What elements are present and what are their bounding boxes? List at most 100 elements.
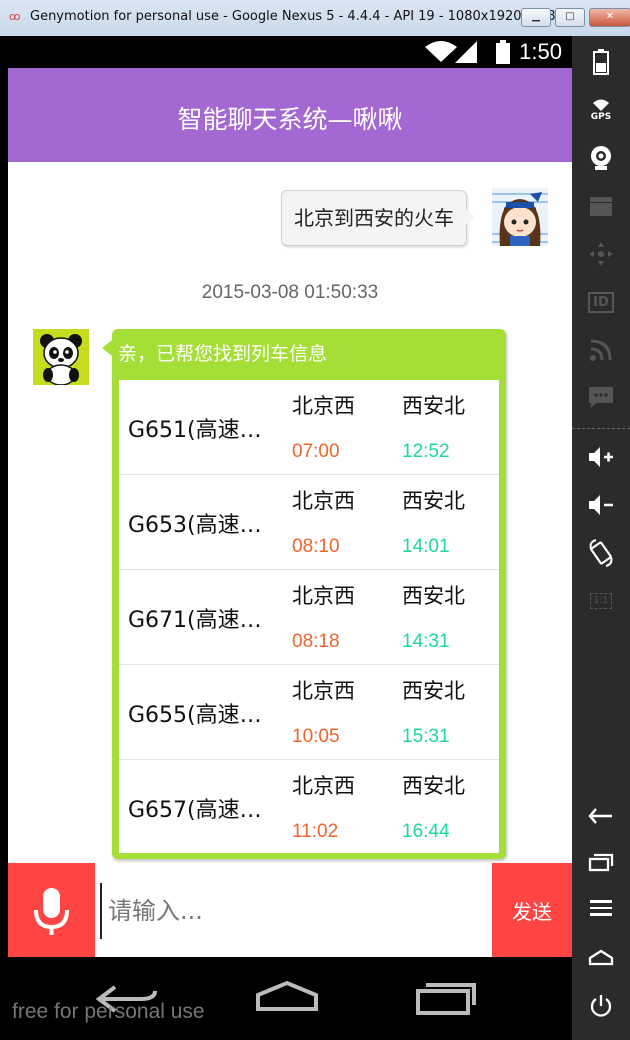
sms-widget-button[interactable] <box>572 378 630 418</box>
side-home-button[interactable] <box>572 938 630 978</box>
bot-avatar <box>33 329 89 385</box>
cast-widget-button[interactable] <box>572 330 630 370</box>
watermark-text: free for personal use <box>12 1000 205 1023</box>
train-list[interactable]: G651(高速… 北京西 西安北 07:00 12:52 G653(高速… 北京… <box>119 380 499 853</box>
departure-station: 北京西 <box>292 679 355 703</box>
menu-icon <box>590 900 612 916</box>
side-recent-button[interactable] <box>572 842 630 882</box>
volume-down-icon <box>589 495 613 515</box>
app-title: 智能聊天系统—啾啾 <box>177 105 403 134</box>
recent-apps-icon[interactable] <box>412 977 482 1017</box>
rss-icon <box>590 339 612 361</box>
app-header: 智能聊天系统—啾啾 <box>8 68 572 162</box>
status-clock: 1:50 <box>519 39 562 64</box>
side-menu-button[interactable] <box>572 888 630 928</box>
gps-signal-icon <box>593 99 609 111</box>
side-power-button[interactable] <box>572 986 630 1026</box>
departure-time: 08:10 <box>292 536 340 557</box>
voice-input-button[interactable] <box>8 863 95 957</box>
user-message-bubble: 北京到西安的火车 <box>281 190 475 246</box>
departure-time: 07:00 <box>292 441 340 462</box>
capture-widget-button[interactable] <box>572 186 630 226</box>
dpad-icon <box>589 242 613 266</box>
wifi-icon <box>425 41 457 62</box>
android-nav-bar <box>0 957 572 1040</box>
android-status-bar: 1:50 <box>8 36 572 68</box>
input-bar: 发送 <box>8 863 572 957</box>
volume-down-button[interactable] <box>572 485 630 525</box>
train-name: G655(高速… <box>128 703 262 728</box>
power-icon <box>590 995 612 1017</box>
gps-widget-button[interactable]: GPS <box>572 90 630 130</box>
close-button[interactable]: ✕ <box>589 8 630 27</box>
departure-time: 11:02 <box>292 821 339 842</box>
departure-station: 北京西 <box>292 394 355 418</box>
back-icon <box>588 808 612 824</box>
dpad-widget-button[interactable] <box>572 234 630 274</box>
departure-time: 08:18 <box>292 631 340 652</box>
volume-up-button[interactable] <box>572 437 630 477</box>
arrival-station: 西安北 <box>402 394 465 418</box>
rotate-screen-icon <box>589 539 613 567</box>
pixel-perfect-button[interactable]: 1:1 <box>572 581 630 621</box>
scale-label: 1:1 <box>589 593 613 609</box>
arrival-time: 15:31 <box>402 726 450 747</box>
window-title: Genymotion for personal use - Google Nex… <box>30 9 577 24</box>
rotate-button[interactable] <box>572 533 630 573</box>
panda-avatar-icon <box>33 329 89 385</box>
arrival-time: 14:31 <box>402 631 450 652</box>
arrival-station: 西安北 <box>402 774 465 798</box>
message-icon <box>589 387 613 408</box>
train-row[interactable]: G653(高速… 北京西 西安北 08:10 14:01 <box>119 475 499 570</box>
train-row[interactable]: G655(高速… 北京西 西安北 10:05 15:31 <box>119 665 499 760</box>
emulator-sidebar: GPS ID 1:1 <box>572 36 630 1040</box>
send-button[interactable]: 发送 <box>492 863 572 957</box>
train-row[interactable]: G671(高速… 北京西 西安北 08:18 14:31 <box>119 570 499 665</box>
train-row[interactable]: G651(高速… 北京西 西安北 07:00 12:52 <box>119 380 499 475</box>
train-name: G671(高速… <box>128 608 262 633</box>
sidebar-divider <box>572 428 630 429</box>
signal-icon <box>455 41 477 63</box>
departure-station: 北京西 <box>292 489 355 513</box>
camera-widget-button[interactable] <box>572 138 630 178</box>
arrival-station: 西安北 <box>402 584 465 608</box>
phone-frame-left <box>0 36 8 1040</box>
genymotion-app-icon: oo <box>9 10 21 23</box>
girl-avatar-icon <box>492 188 548 246</box>
battery-icon <box>593 49 609 75</box>
maximize-button[interactable]: □ <box>555 8 585 27</box>
departure-station: 北京西 <box>292 584 355 608</box>
gps-label: GPS <box>590 112 612 122</box>
chat-list[interactable]: 北京到西安的火车 2015-03-08 01:50:33 亲，已帮您找到列车信息… <box>8 162 572 863</box>
bot-message-bubble: 亲，已帮您找到列车信息 G651(高速… 北京西 西安北 07:00 12:52… <box>102 329 506 859</box>
arrival-time: 12:52 <box>402 441 450 462</box>
battery-icon <box>496 40 510 64</box>
arrival-time: 16:44 <box>402 821 450 842</box>
battery-widget-button[interactable] <box>572 42 630 82</box>
volume-up-icon <box>589 447 613 467</box>
user-avatar <box>492 188 548 246</box>
message-timestamp: 2015-03-08 01:50:33 <box>201 282 379 303</box>
webcam-icon <box>591 146 611 170</box>
train-row[interactable]: G657(高速… 北京西 西安北 11:02 16:44 <box>119 760 499 854</box>
side-back-button[interactable] <box>572 796 630 836</box>
arrival-time: 14:01 <box>402 536 450 557</box>
bot-message-text: 亲，已帮您找到列车信息 <box>118 343 328 365</box>
home-icon <box>588 949 614 966</box>
departure-time: 10:05 <box>292 726 340 747</box>
clapperboard-icon <box>590 197 612 216</box>
window-titlebar: oo Genymotion for personal use - Google … <box>0 0 630 37</box>
train-name: G657(高速… <box>128 798 262 823</box>
minimize-button[interactable]: ▁ <box>521 8 551 27</box>
recent-apps-icon <box>588 853 614 872</box>
arrival-station: 西安北 <box>402 679 465 703</box>
train-name: G653(高速… <box>128 513 262 538</box>
departure-station: 北京西 <box>292 774 355 798</box>
arrival-station: 西安北 <box>402 489 465 513</box>
train-name: G651(高速… <box>128 418 262 443</box>
device-id-widget-button[interactable]: ID <box>572 282 630 322</box>
message-input[interactable] <box>100 883 490 939</box>
microphone-icon <box>34 888 69 935</box>
home-icon[interactable] <box>252 979 322 1015</box>
id-label: ID <box>588 291 614 313</box>
